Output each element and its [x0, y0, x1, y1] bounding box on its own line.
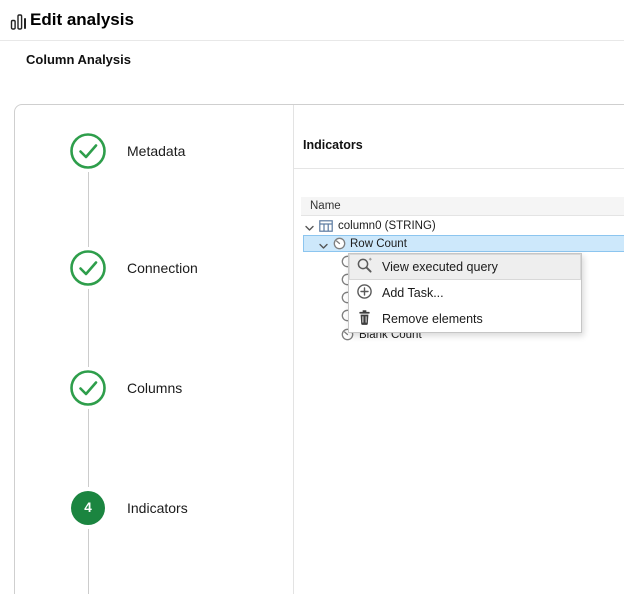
indicator-icon — [341, 255, 348, 268]
menu-item-label: Add Task... — [382, 286, 444, 300]
table-icon — [319, 220, 333, 235]
tree-row-label: Row Count — [350, 237, 407, 252]
page-title: Edit analysis — [30, 10, 134, 30]
step-label-columns[interactable]: Columns — [127, 378, 182, 398]
step-label-connection[interactable]: Connection — [127, 258, 198, 278]
check-circle-icon — [69, 369, 107, 407]
indicators-title-divider — [294, 168, 624, 169]
tree-row-row-count[interactable]: Row Count — [303, 235, 624, 252]
step-label-metadata[interactable]: Metadata — [127, 141, 185, 161]
indicator-icon — [333, 237, 346, 253]
bar-chart-icon — [10, 13, 27, 36]
step-connector — [88, 529, 89, 594]
step-metadata[interactable] — [69, 132, 107, 175]
indicator-icon — [341, 309, 348, 322]
trash-icon — [356, 309, 373, 329]
check-circle-icon — [69, 132, 107, 170]
chevron-down-icon[interactable] — [305, 223, 314, 235]
indicator-icon — [341, 273, 348, 286]
tree-row-column0[interactable]: column0 (STRING) — [303, 218, 624, 235]
tree-row-label: column0 (STRING) — [338, 219, 436, 234]
context-menu: View executed query Add Task... — [348, 253, 582, 333]
menu-item-add-task[interactable]: Add Task... — [349, 280, 581, 306]
edit-analysis-window: Edit analysis Column Analysis Metadata C… — [0, 0, 624, 594]
menu-item-label: Remove elements — [382, 312, 483, 326]
step-label-indicators[interactable]: Indicators — [127, 498, 188, 518]
add-circle-icon — [356, 283, 373, 303]
step-connector — [88, 289, 89, 367]
chevron-down-icon[interactable] — [319, 241, 328, 253]
step-number: 4 — [69, 489, 107, 527]
menu-item-view-executed-query[interactable]: View executed query — [349, 254, 581, 280]
step-columns[interactable] — [69, 369, 107, 412]
step-connector — [88, 409, 89, 487]
column-header-name[interactable]: Name — [301, 197, 624, 216]
header-divider — [0, 40, 624, 41]
step-connection[interactable] — [69, 249, 107, 292]
indicator-icon — [341, 291, 348, 304]
menu-item-label: View executed query — [382, 260, 498, 274]
panel-vertical-divider — [293, 105, 294, 594]
indicators-panel-title: Indicators — [303, 138, 363, 152]
magnifier-icon — [356, 257, 373, 277]
check-circle-icon — [69, 249, 107, 287]
menu-item-remove-elements[interactable]: Remove elements — [349, 306, 581, 332]
step-connector — [88, 172, 89, 247]
section-title: Column Analysis — [26, 52, 131, 67]
